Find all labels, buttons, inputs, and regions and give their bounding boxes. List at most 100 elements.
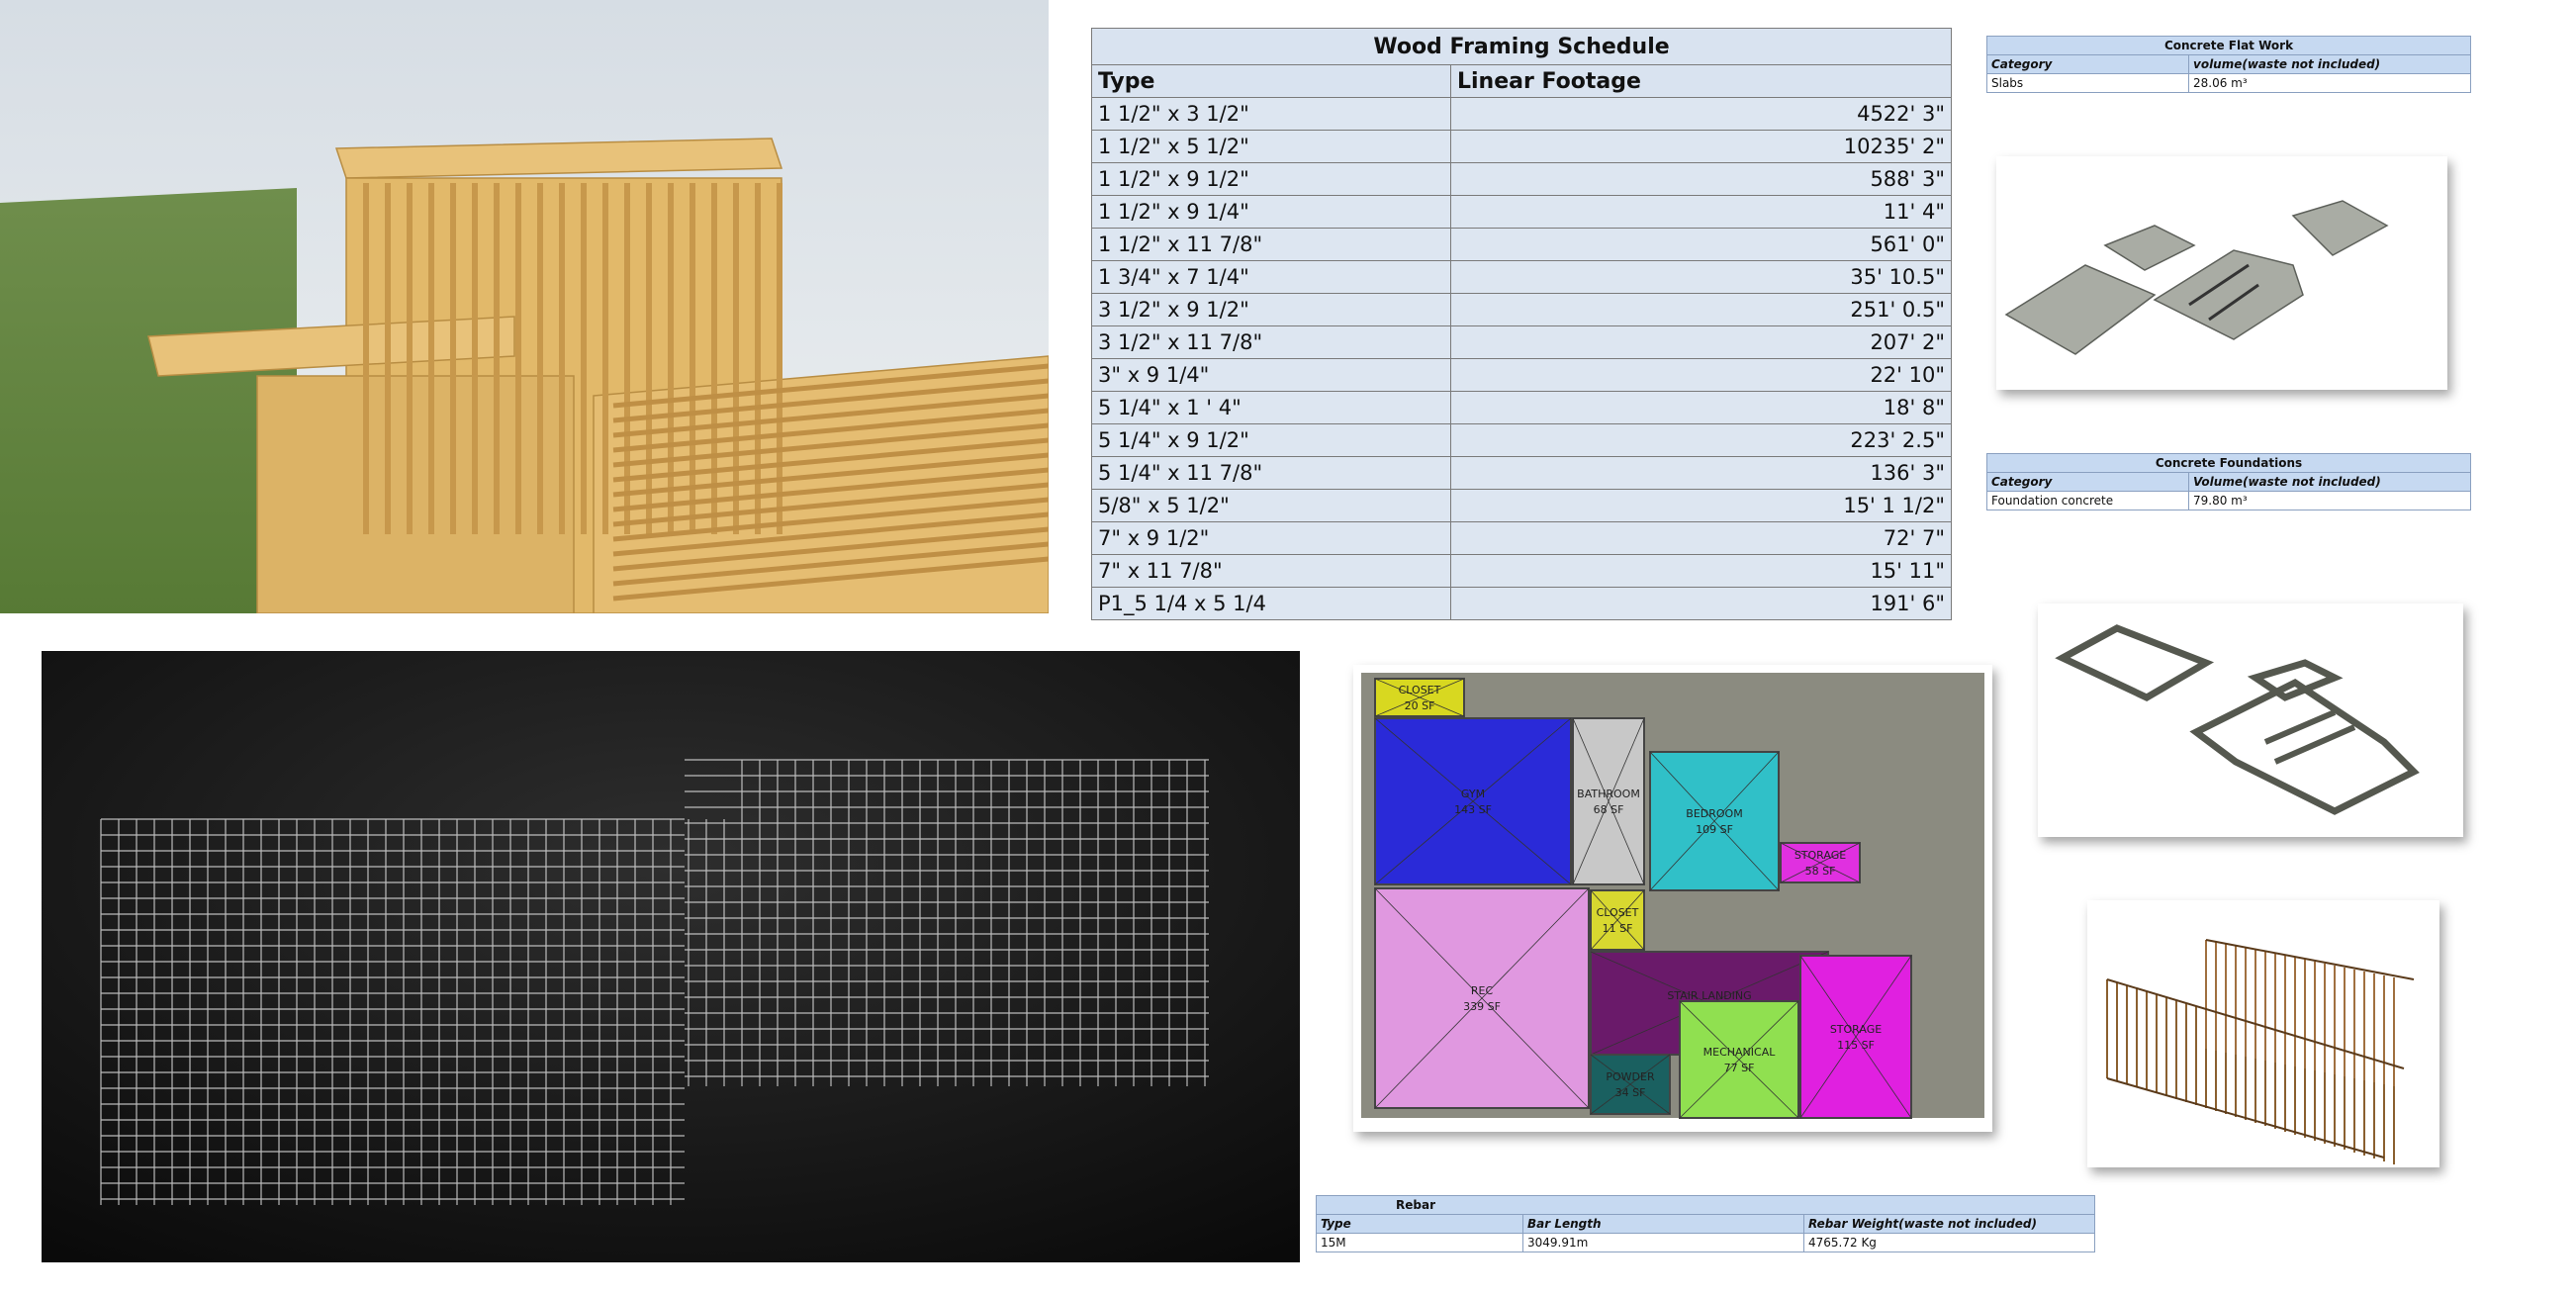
room-area: 20 SF (1405, 699, 1435, 712)
room-area: 68 SF (1594, 803, 1624, 816)
schedule-row: 1 1/2" x 9 1/2" 588' 3" (1091, 162, 1952, 196)
room: POWDER 34 SF (1590, 1054, 1671, 1115)
schedule-type: 3 1/2" x 9 1/2" (1091, 293, 1451, 326)
room-name: STORAGE (1830, 1023, 1882, 1036)
schedule-row: 5 1/4" x 9 1/2" 223' 2.5" (1091, 423, 1952, 457)
room-name: POWDER (1606, 1070, 1655, 1083)
schedule-length: 22' 10" (1450, 358, 1952, 392)
wood-framing-schedule: Wood Framing Schedule Type Linear Footag… (1091, 28, 1952, 620)
rebar-col-weight: Rebar Weight(waste not included) (1803, 1214, 2095, 1234)
schedule-row: 1 1/2" x 5 1/2" 10235' 2" (1091, 130, 1952, 163)
schedule-length: 191' 6" (1450, 587, 1952, 620)
room-name: MECHANICAL (1703, 1046, 1777, 1059)
room-name: BATHROOM (1577, 788, 1640, 800)
room: BEDROOM 109 SF (1649, 751, 1780, 891)
schedule-type: 5 1/4" x 11 7/8" (1091, 456, 1451, 490)
schedule-type: 3 1/2" x 11 7/8" (1091, 325, 1451, 359)
schedule-length: 136' 3" (1450, 456, 1952, 490)
schedule-row: 1 3/4" x 7 1/4" 35' 10.5" (1091, 260, 1952, 294)
schedule-type: 1 1/2" x 5 1/2" (1091, 130, 1451, 163)
schedule-row: 1 1/2" x 9 1/4" 11' 4" (1091, 195, 1952, 229)
room-name: CLOSET (1399, 684, 1441, 696)
schedule-type: 1 1/2" x 3 1/2" (1091, 97, 1451, 131)
slabs-3d-view (1996, 156, 2447, 390)
schedule-row: 7" x 9 1/2" 72' 7" (1091, 521, 1952, 555)
schedule-row: 3 1/2" x 11 7/8" 207' 2" (1091, 325, 1952, 359)
schedule-type: 7" x 9 1/2" (1091, 521, 1451, 555)
schedule-row: 5 1/4" x 1 ' 4" 18' 8" (1091, 391, 1952, 424)
schedule-length: 11' 4" (1450, 195, 1952, 229)
schedule-length: 207' 2" (1450, 325, 1952, 359)
room-area: 109 SF (1696, 823, 1733, 836)
schedule-length: 10235' 2" (1450, 130, 1952, 163)
concrete-flat-work-table: Concrete Flat Work Category volume(waste … (1986, 36, 2471, 93)
concrete-foundations-table: Concrete Foundations Category Volume(wast… (1986, 453, 2471, 510)
schedule-type: 1 1/2" x 9 1/2" (1091, 162, 1451, 196)
schedule-type: 5/8" x 5 1/2" (1091, 489, 1451, 522)
room-area: 339 SF (1463, 1000, 1501, 1013)
schedule-type: 5 1/4" x 9 1/2" (1091, 423, 1451, 457)
room-name: GYM (1461, 788, 1485, 800)
room: GYM 143 SF (1374, 717, 1572, 885)
room-area: 77 SF (1724, 1062, 1755, 1074)
foundations-col-category: Category (1986, 472, 2189, 492)
schedule-row: 1 1/2" x 11 7/8" 561' 0" (1091, 228, 1952, 261)
flat-work-volume: 28.06 m³ (2188, 73, 2471, 93)
schedule-type: 7" x 11 7/8" (1091, 554, 1451, 588)
schedule-length: 15' 1 1/2" (1450, 489, 1952, 522)
flat-work-col-volume: volume(waste not included) (2188, 54, 2471, 74)
flat-work-col-category: Category (1986, 54, 2189, 74)
flat-work-title: Concrete Flat Work (1986, 36, 2471, 55)
room: MECHANICAL 77 SF (1679, 1000, 1799, 1119)
schedule-row: 5 1/4" x 11 7/8" 136' 3" (1091, 456, 1952, 490)
foundations-title: Concrete Foundations (1986, 453, 2471, 473)
col-length-header: Linear Footage (1450, 64, 1952, 98)
foundations-col-volume: Volume(waste not included) (2188, 472, 2471, 492)
schedule-type: 5 1/4" x 1 ' 4" (1091, 391, 1451, 424)
room-area: 11 SF (1603, 922, 1633, 935)
schedule-length: 15' 11" (1450, 554, 1952, 588)
schedule-length: 588' 3" (1450, 162, 1952, 196)
room: REC 339 SF (1374, 887, 1590, 1109)
schedule-length: 72' 7" (1450, 521, 1952, 555)
schedule-length: 561' 0" (1450, 228, 1952, 261)
col-type-header: Type (1091, 64, 1451, 98)
room: STORAGE 115 SF (1799, 955, 1912, 1119)
wood-framing-render (0, 0, 1049, 613)
schedule-row: 1 1/2" x 3 1/2" 4522' 3" (1091, 97, 1952, 131)
room-area: 115 SF (1837, 1039, 1875, 1052)
rebar-wireframe-render (42, 651, 1300, 1262)
room-name: STORAGE (1794, 849, 1846, 862)
schedule-type: P1_5 1/4 x 5 1/4 (1091, 587, 1451, 620)
room-area: 143 SF (1454, 803, 1492, 816)
room: BATHROOM 68 SF (1572, 717, 1645, 885)
schedule-type: 1 1/2" x 9 1/4" (1091, 195, 1451, 229)
room-name: CLOSET (1597, 906, 1639, 919)
room: STORAGE 58 SF (1780, 842, 1861, 883)
foundations-3d-view (2038, 603, 2463, 837)
schedule-length: 4522' 3" (1450, 97, 1952, 131)
schedule-row: 3" x 9 1/4" 22' 10" (1091, 358, 1952, 392)
schedule-row: 3 1/2" x 9 1/2" 251' 0.5" (1091, 293, 1952, 326)
wood-schedule-title: Wood Framing Schedule (1091, 28, 1952, 65)
room-area: 58 SF (1805, 865, 1836, 878)
rebar-type: 15M (1316, 1233, 1523, 1252)
rebar-table: Rebar Type Bar Length Rebar Weight(waste… (1316, 1195, 2095, 1252)
flat-work-category: Slabs (1986, 73, 2189, 93)
rebar-length: 3049.91m (1522, 1233, 1804, 1252)
schedule-row: P1_5 1/4 x 5 1/4 191' 6" (1091, 587, 1952, 620)
room-area: 34 SF (1615, 1086, 1646, 1099)
schedule-length: 35' 10.5" (1450, 260, 1952, 294)
schedule-type: 3" x 9 1/4" (1091, 358, 1451, 392)
foundations-category: Foundation concrete (1986, 491, 2189, 510)
room: CLOSET 20 SF (1374, 678, 1465, 717)
schedule-row: 7" x 11 7/8" 15' 11" (1091, 554, 1952, 588)
schedule-row: 5/8" x 5 1/2" 15' 1 1/2" (1091, 489, 1952, 522)
framing-3d-view (2087, 900, 2439, 1167)
rebar-title: Rebar (1316, 1195, 2095, 1215)
rebar-weight: 4765.72 Kg (1803, 1233, 2095, 1252)
room-name: REC (1471, 984, 1494, 997)
basement-floor-plan: CLOSET 20 SF GYM 143 SF BATHROOM 68 SF BEDROOM… (1353, 665, 1992, 1132)
room: CLOSET 11 SF (1590, 889, 1645, 951)
schedule-type: 1 3/4" x 7 1/4" (1091, 260, 1451, 294)
